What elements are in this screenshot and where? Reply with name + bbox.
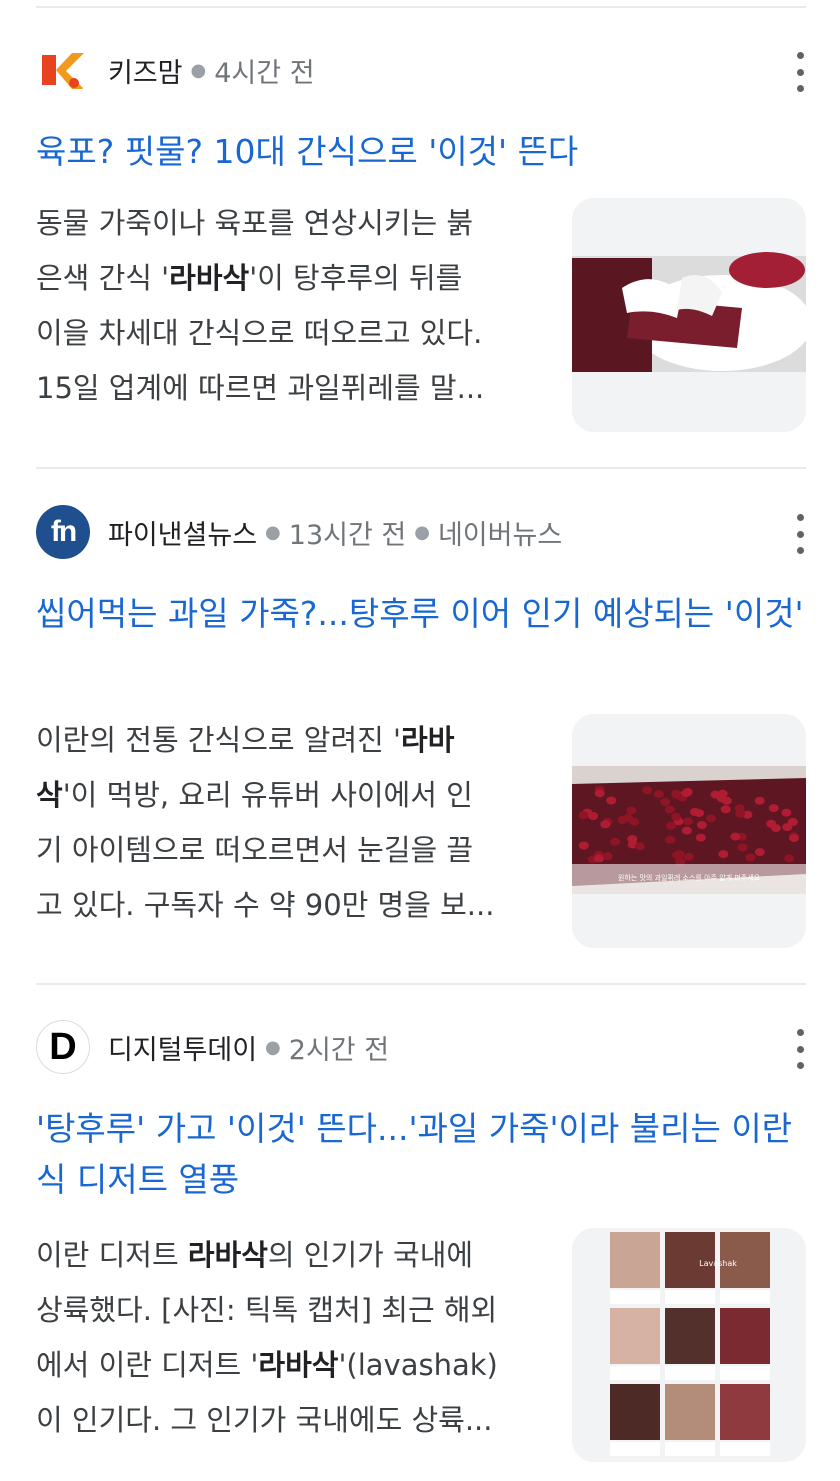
top-divider bbox=[36, 6, 806, 8]
kizmom-logo-icon: K bbox=[36, 43, 90, 97]
snippet-line: 15일 업계에 따르면 과일퓌레를 말... bbox=[36, 371, 485, 405]
snippet-text: 의 인기가 국내에 bbox=[267, 1238, 474, 1272]
snippet-highlight: 라바삭 bbox=[258, 1348, 339, 1382]
digital-today-logo-icon: D bbox=[36, 1020, 90, 1074]
snippet-line: 기 아이템으로 떠오르면서 눈길을 끌 bbox=[36, 833, 474, 867]
article-title[interactable]: 씹어먹는 과일 가죽?...탕후루 이어 인기 예상되는 '이것' bbox=[36, 588, 806, 639]
thumbnail-caption: 원하는 맛의 과일퓌레 소스를 아주 얇게 펴주세요 bbox=[618, 873, 761, 882]
article-snippet: 이란 디저트 라바삭의 인기가 국내에 상륙했다. [사진: 틱톡 캡처] 최근… bbox=[36, 1228, 536, 1448]
separator-dot: ● bbox=[190, 59, 207, 81]
article-snippet: 이란의 전통 간식으로 알려진 '라바 삭'이 먹방, 요리 유튜버 사이에서 … bbox=[36, 713, 536, 933]
snippet-line: 이을 차세대 간식으로 떠오르고 있다. bbox=[36, 316, 483, 350]
article-source-row[interactable]: D 디지털투데이 ● 2시간 전 bbox=[36, 1020, 389, 1074]
separator-dot: ● bbox=[414, 521, 430, 543]
snippet-text: '이 탕후루의 뒤를 bbox=[249, 261, 463, 295]
article-time: 4시간 전 bbox=[214, 57, 315, 89]
source-name[interactable]: 키즈맘 bbox=[108, 51, 183, 90]
article-title[interactable]: '탕후루' 가고 '이것' 뜬다...'과일 가죽'이라 불리는 이란식 디저트… bbox=[36, 1103, 806, 1205]
snippet-line: 동물 가죽이나 육포를 연상시키는 붉 bbox=[36, 206, 474, 240]
digital-today-logo-letter: D bbox=[49, 1025, 77, 1068]
snippet-text: 이란 디저트 bbox=[36, 1238, 188, 1272]
snippet-text: '(lavashak) bbox=[338, 1348, 498, 1382]
article-source-row[interactable]: fn 파이낸셜뉴스 ● 13시간 전 ● 네이버뉴스 bbox=[36, 505, 562, 559]
more-options-icon[interactable] bbox=[790, 1029, 810, 1069]
article-divider bbox=[36, 467, 806, 469]
snippet-highlight: 라바삭 bbox=[169, 261, 250, 295]
fn-logo-text: fn bbox=[50, 515, 77, 548]
snippet-highlight: 라바삭 bbox=[187, 1238, 268, 1272]
more-options-icon[interactable] bbox=[790, 514, 810, 554]
separator-dot: ● bbox=[265, 1036, 281, 1058]
source-name[interactable]: 디지털투데이 bbox=[108, 1028, 257, 1067]
more-options-icon[interactable] bbox=[790, 52, 810, 92]
snippet-highlight: 라바 bbox=[401, 723, 455, 757]
article-time: 13시간 전 bbox=[288, 519, 407, 551]
snippet-text: 은색 간식 ' bbox=[36, 261, 170, 295]
article-title[interactable]: 육포? 핏물? 10대 간식으로 '이것' 뜬다 bbox=[36, 126, 806, 177]
snippet-line: 고 있다. 구독자 수 약 90만 명을 보... bbox=[36, 888, 495, 922]
article-thumbnail[interactable]: 원하는 맛의 과일퓌레 소스를 아주 얇게 펴주세요 bbox=[572, 714, 806, 948]
separator-dot: ● bbox=[265, 521, 281, 543]
article-thumbnail[interactable] bbox=[572, 198, 806, 432]
snippet-text: 에서 이란 디저트 ' bbox=[36, 1348, 259, 1382]
snippet-text: 이란의 전통 간식으로 알려진 ' bbox=[36, 723, 402, 757]
source-name[interactable]: 파이낸셜뉴스 bbox=[108, 513, 257, 552]
snippet-text: '이 먹방, 요리 유튜버 사이에서 인 bbox=[62, 778, 473, 812]
snippet-highlight: 삭 bbox=[36, 778, 63, 812]
article-source-row[interactable]: K 키즈맘 ● 4시간 전 bbox=[36, 43, 315, 97]
publisher-name: 네이버뉴스 bbox=[437, 519, 563, 551]
snippet-line: 이 인기다. 그 인기가 국내에도 상륙... bbox=[36, 1403, 493, 1437]
thumbnail-caption: Lavashak bbox=[699, 1259, 737, 1268]
article-snippet: 동물 가죽이나 육포를 연상시키는 붉 은색 간식 '라바삭'이 탕후루의 뒤를… bbox=[36, 196, 536, 416]
article-thumbnail[interactable]: Lavashak bbox=[572, 1228, 806, 1462]
fn-logo-icon: fn bbox=[36, 505, 90, 559]
article-time: 2시간 전 bbox=[288, 1034, 390, 1066]
snippet-line: 상륙했다. [사진: 틱톡 캡처] 최근 해외 bbox=[36, 1293, 498, 1327]
article-divider bbox=[36, 983, 806, 985]
